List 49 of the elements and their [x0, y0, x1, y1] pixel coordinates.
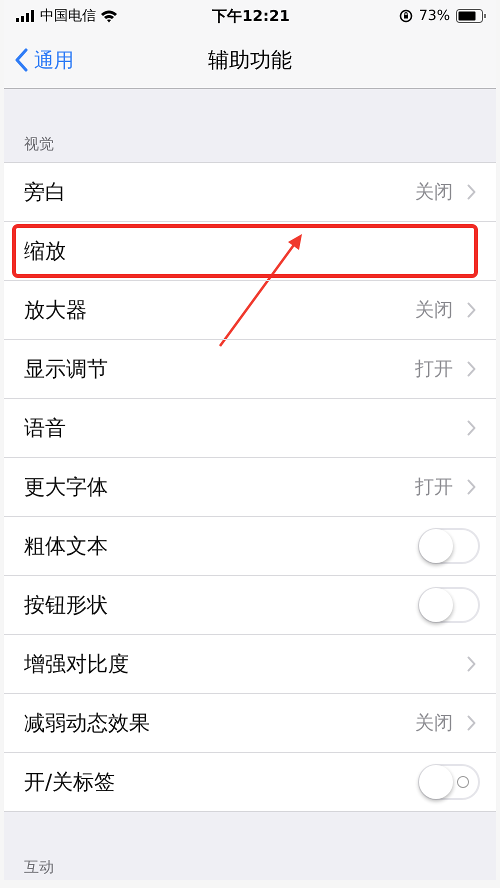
settings-row[interactable]: 增强对比度	[4, 635, 496, 694]
settings-row[interactable]: 按钮形状	[4, 576, 496, 635]
settings-row[interactable]: 放大器 关闭	[4, 281, 496, 340]
chevron-right-icon	[467, 715, 476, 731]
chevron-right-icon	[467, 656, 476, 672]
chevron-left-icon	[14, 48, 28, 72]
row-label: 放大器	[24, 297, 87, 324]
chevron-right-icon	[467, 302, 476, 318]
row-value: 打开	[415, 357, 453, 382]
toggle-switch[interactable]	[418, 587, 480, 623]
settings-row[interactable]: 语音	[4, 399, 496, 458]
toggle-switch[interactable]	[418, 764, 480, 800]
chevron-right-icon	[467, 184, 476, 200]
battery-icon	[456, 9, 486, 23]
row-label: 语音	[24, 415, 66, 442]
settings-row[interactable]: 缩放	[4, 222, 496, 281]
row-label: 减弱动态效果	[24, 710, 150, 737]
row-value: 打开	[415, 475, 453, 500]
row-value: 关闭	[415, 711, 453, 736]
back-button[interactable]: 通用	[4, 46, 74, 74]
wifi-icon	[100, 9, 118, 23]
row-label: 显示调节	[24, 356, 108, 383]
row-label: 更大字体	[24, 474, 108, 501]
settings-row[interactable]: 开/关标签	[4, 753, 496, 811]
row-label: 缩放	[24, 238, 66, 265]
settings-row[interactable]: 旁白 关闭	[4, 163, 496, 222]
battery-percent: 73%	[418, 8, 450, 24]
row-label: 开/关标签	[24, 769, 116, 796]
chevron-right-icon	[467, 479, 476, 495]
page-title: 辅助功能	[208, 47, 292, 74]
section-header: 互动	[23, 857, 55, 878]
status-time: 下午12:21	[212, 6, 290, 26]
settings-row[interactable]: 显示调节 打开	[4, 340, 496, 399]
row-label: 增强对比度	[24, 651, 129, 678]
chevron-right-icon	[467, 361, 476, 377]
row-label: 旁白	[24, 179, 66, 206]
row-label: 按钮形状	[24, 592, 108, 619]
settings-row[interactable]: 减弱动态效果 关闭	[4, 694, 496, 753]
signal-icon	[16, 10, 36, 22]
section-header: 视觉	[23, 134, 55, 155]
chevron-right-icon	[467, 420, 476, 436]
rotation-lock-icon	[398, 9, 413, 23]
row-label: 粗体文本	[24, 533, 108, 560]
settings-row[interactable]: 更大字体 打开	[4, 458, 496, 517]
row-value: 关闭	[415, 298, 453, 323]
toggle-switch[interactable]	[418, 528, 480, 564]
carrier-name: 中国电信	[40, 7, 96, 25]
row-value: 关闭	[415, 180, 453, 205]
settings-row[interactable]: 粗体文本	[4, 517, 496, 576]
